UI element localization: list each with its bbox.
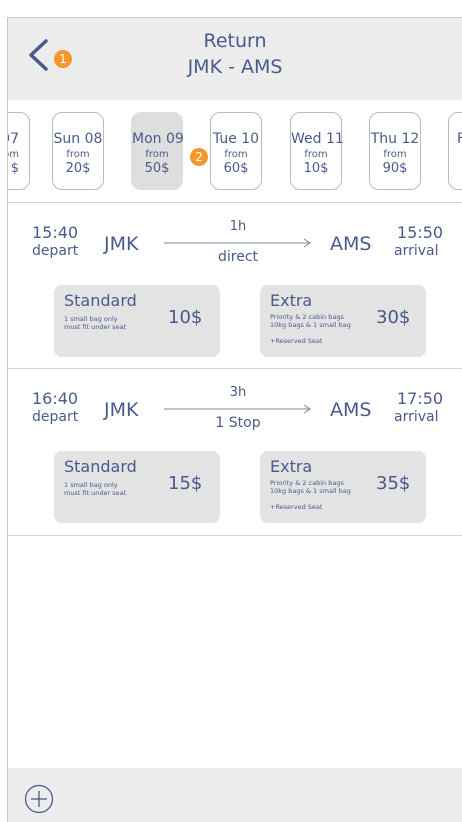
date-option-selected[interactable]: Mon 09 from 50$ [131, 112, 184, 190]
fare-desc-line: Priority & 2 cabin bags [270, 313, 344, 321]
date-option[interactable]: Wed 11 from 10$ [290, 112, 344, 190]
arrival-label: arrival [394, 243, 439, 259]
route-arrow-icon [164, 238, 311, 248]
route-subtitle: JMK - AMS [187, 56, 283, 78]
date-option[interactable]: Sun 08 from 20$ [52, 112, 104, 190]
depart-time: 16:40 [32, 389, 79, 408]
date-label: Tue 10 [212, 131, 260, 147]
date-from: from [66, 149, 90, 160]
arrival-time: 17:50 [397, 389, 444, 408]
date-price: 60$ [223, 161, 249, 176]
date-selector: 07 from $ Sun 08 from 20$ Mon 09 from 50… [8, 100, 462, 203]
fare-extra[interactable]: Extra Priority & 2 cabin bags 10kg bags … [260, 451, 426, 523]
fare-desc-line: 1 small bag only [64, 481, 118, 489]
page-title: Return [203, 30, 267, 52]
date-label: Mon 09 [132, 131, 184, 147]
fare-price: 30$ [376, 307, 411, 328]
date-label: 07 [8, 131, 19, 147]
fare-price: 35$ [376, 473, 411, 494]
date-label: Thu 12 [370, 131, 420, 147]
fare-description: Priority & 2 cabin bags 10kg bags & 1 sm… [270, 313, 351, 329]
date-from: from [224, 149, 248, 160]
fare-extra[interactable]: Extra Priority & 2 cabin bags 10kg bags … [260, 285, 426, 357]
destination-code: AMS [330, 399, 372, 421]
fare-extra-note: +Reserved Seat [270, 337, 323, 345]
date-from: from [304, 149, 328, 160]
flight-row[interactable]: 16:40 depart JMK 3h 1 Stop AMS 17:50 arr… [8, 369, 462, 536]
depart-label: depart [32, 409, 79, 425]
fare-extra-note: +Reserved Seat [270, 503, 323, 511]
fare-desc-line: must fit under seat [64, 489, 127, 497]
date-option[interactable]: F [448, 112, 462, 190]
fare-name: Extra [270, 291, 313, 310]
header: 1 Return JMK - AMS [8, 18, 462, 100]
destination-code: AMS [330, 233, 372, 255]
fare-name: Standard [64, 291, 137, 310]
date-option[interactable]: Thu 12 from 90$ [369, 112, 421, 190]
fare-name: Standard [64, 457, 137, 476]
plus-circle-icon[interactable] [24, 784, 54, 814]
fare-description: Priority & 2 cabin bags 10kg bags & 1 sm… [270, 479, 351, 495]
fare-desc-line: 1 small bag only [64, 315, 118, 323]
fare-standard[interactable]: Standard 1 small bag only must fit under… [54, 451, 220, 523]
origin-code: JMK [104, 233, 139, 255]
flight-stops: 1 Stop [215, 415, 261, 431]
date-option[interactable]: 07 from $ [8, 112, 30, 190]
fare-name: Extra [270, 457, 313, 476]
date-from: from [8, 149, 19, 160]
date-label: Sun 08 [53, 131, 103, 147]
fare-desc-line: 10kg bags & 1 small bag [270, 321, 351, 329]
fare-desc-line: Priority & 2 cabin bags [270, 479, 344, 487]
badge-2: 2 [190, 148, 208, 166]
depart-time: 15:40 [32, 223, 79, 242]
arrival-label: arrival [394, 409, 439, 425]
fare-description: 1 small bag only must fit under seat [64, 315, 126, 331]
date-label: Wed 11 [291, 131, 344, 147]
arrival-time: 15:50 [397, 223, 444, 242]
flight-stops: direct [217, 249, 259, 265]
date-price: 90$ [382, 161, 408, 176]
flight-row[interactable]: 15:40 depart JMK 1h direct AMS 15:50 arr… [8, 203, 462, 369]
date-from: from [145, 149, 169, 160]
date-label: F [449, 131, 462, 147]
date-from: from [383, 149, 407, 160]
depart-label: depart [32, 243, 79, 259]
flight-duration: 3h [229, 385, 247, 400]
date-price: 10$ [303, 161, 329, 176]
fare-description: 1 small bag only must fit under seat [64, 481, 126, 497]
date-price: 20$ [65, 161, 91, 176]
fare-price: 10$ [168, 307, 203, 328]
fare-desc-line: 10kg bags & 1 small bag [270, 487, 351, 495]
date-option[interactable]: Tue 10 from 60$ [210, 112, 262, 190]
fare-standard[interactable]: Standard 1 small bag only must fit under… [54, 285, 220, 357]
fare-price: 15$ [168, 473, 203, 494]
flight-duration: 1h [229, 219, 247, 234]
route-arrow-icon [164, 404, 311, 414]
date-price: 50$ [144, 161, 170, 176]
fare-desc-line: must fit under seat [64, 323, 127, 331]
date-price: $ [10, 161, 19, 176]
origin-code: JMK [104, 399, 139, 421]
bottom-bar [8, 768, 462, 822]
